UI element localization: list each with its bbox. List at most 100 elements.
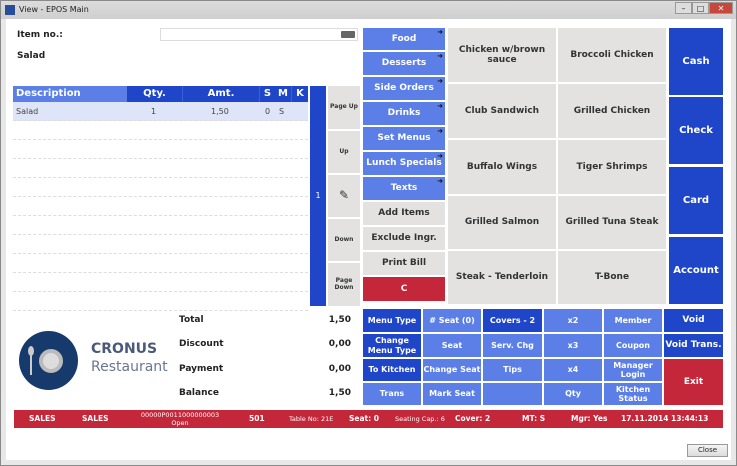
arrow-right-icon: ➜ bbox=[437, 102, 443, 110]
row-amt: 1,50 bbox=[211, 107, 229, 116]
category-set-menus[interactable]: Set Menus ➜ bbox=[363, 127, 445, 150]
balance-label: Balance bbox=[179, 388, 219, 398]
page-down-button[interactable]: Page Down bbox=[328, 263, 360, 306]
up-button[interactable]: Up bbox=[328, 131, 360, 173]
maximize-button[interactable]: □ bbox=[692, 2, 709, 14]
qty-button[interactable]: Qty bbox=[544, 383, 602, 405]
arrow-right-icon: ➜ bbox=[437, 127, 443, 135]
spoon-handle bbox=[30, 355, 32, 375]
datetime: 17.11.2014 13:44:13 bbox=[621, 414, 709, 423]
coupon-button[interactable]: Coupon bbox=[604, 334, 662, 357]
total-label: Total bbox=[179, 315, 204, 325]
header-m[interactable]: M bbox=[275, 86, 291, 102]
row-description: Salad bbox=[16, 107, 39, 116]
row-qty: 1 bbox=[151, 107, 157, 116]
down-button[interactable]: Down bbox=[328, 219, 360, 261]
category-label: Set Menus bbox=[377, 133, 431, 144]
item-button[interactable]: Grilled Tuna Steak bbox=[558, 196, 666, 249]
category-food[interactable]: Food ➜ bbox=[363, 28, 445, 50]
table-row-empty bbox=[13, 216, 308, 235]
item-button[interactable]: Chicken w/brown sauce bbox=[448, 28, 556, 82]
edit-note-button[interactable]: ✎ bbox=[328, 175, 360, 217]
header-amt[interactable]: Amt. bbox=[182, 86, 259, 102]
card-button[interactable]: Card bbox=[669, 167, 723, 234]
add-items-button[interactable]: Add Items bbox=[363, 202, 445, 225]
epos-window: View - EPOS Main – □ ✕ Item no.: Salad D… bbox=[0, 0, 737, 466]
item-button[interactable]: T-Bone bbox=[558, 251, 666, 304]
item-button[interactable]: Broccoli Chicken bbox=[558, 28, 666, 82]
restaurant-logo bbox=[19, 331, 78, 390]
status-mode: SALES bbox=[29, 414, 56, 423]
category-desserts[interactable]: Desserts ➜ bbox=[363, 52, 445, 75]
account-button[interactable]: Account bbox=[669, 237, 723, 304]
page-up-button[interactable]: Page Up bbox=[328, 86, 360, 129]
item-button[interactable]: Grilled Salmon bbox=[448, 196, 556, 249]
member-button[interactable]: Member bbox=[604, 309, 662, 332]
trans-button[interactable]: Trans bbox=[363, 383, 421, 405]
item-button[interactable]: Steak - Tenderloin bbox=[448, 251, 556, 304]
menu-type-button[interactable]: Menu Type bbox=[363, 309, 421, 332]
x3-button[interactable]: x3 bbox=[544, 334, 602, 357]
table-row-empty bbox=[13, 159, 308, 178]
category-texts[interactable]: Texts ➜ bbox=[363, 177, 445, 200]
check-button[interactable]: Check bbox=[669, 97, 723, 164]
x4-button[interactable]: x4 bbox=[544, 359, 602, 381]
tips-button[interactable]: Tips bbox=[483, 359, 542, 381]
service-charge-button[interactable]: Serv. Chg bbox=[483, 334, 542, 357]
category-label: Side Orders bbox=[374, 83, 434, 94]
category-label: Drinks bbox=[387, 108, 421, 119]
seat-count-button[interactable]: # Seat (0) bbox=[423, 309, 481, 332]
line-counter-scrollbar[interactable]: 1 bbox=[310, 86, 326, 306]
status-staff: SALES bbox=[82, 414, 109, 423]
void-transaction-button[interactable]: Void Trans. bbox=[664, 334, 723, 357]
covers-button[interactable]: Covers - 2 bbox=[483, 309, 542, 332]
selected-item-name: Salad bbox=[17, 51, 46, 61]
print-bill-button[interactable]: Print Bill bbox=[363, 252, 445, 275]
category-side-orders[interactable]: Side Orders ➜ bbox=[363, 77, 445, 100]
header-description[interactable]: Description bbox=[13, 86, 127, 102]
x2-button[interactable]: x2 bbox=[544, 309, 602, 332]
close-button[interactable]: Close bbox=[687, 444, 728, 457]
header-qty[interactable]: Qty. bbox=[127, 86, 182, 102]
seat-status: Seat: 0 bbox=[349, 414, 379, 423]
arrow-right-icon: ➜ bbox=[437, 77, 443, 85]
close-window-button[interactable]: ✕ bbox=[709, 2, 733, 14]
header-s[interactable]: S bbox=[259, 86, 275, 102]
pen-icon: ✎ bbox=[338, 188, 350, 203]
blank-button[interactable] bbox=[483, 383, 542, 405]
manager-login-button[interactable]: Manager Login bbox=[604, 359, 662, 381]
window-title: View - EPOS Main bbox=[19, 5, 89, 14]
item-no-input[interactable] bbox=[160, 28, 358, 41]
seat-button[interactable]: Seat bbox=[423, 334, 481, 357]
table-row-empty bbox=[13, 178, 308, 197]
discount-value: 0,00 bbox=[328, 339, 351, 349]
category-label: Food bbox=[391, 33, 417, 44]
change-menu-type-button[interactable]: Change Menu Type bbox=[363, 334, 421, 357]
row-s: 0 bbox=[265, 107, 271, 116]
minimize-button[interactable]: – bbox=[675, 2, 692, 14]
void-button[interactable]: Void bbox=[664, 309, 723, 332]
kitchen-status-button[interactable]: Kitchen Status bbox=[604, 383, 662, 405]
table-row[interactable]: Salad 1 1,50 0 S bbox=[13, 102, 308, 121]
change-seat-button[interactable]: Change Seat bbox=[423, 359, 481, 381]
receipt-state: Open bbox=[171, 419, 189, 427]
category-label: Lunch Specials bbox=[366, 158, 442, 169]
to-kitchen-button[interactable]: To Kitchen bbox=[363, 359, 421, 381]
keyboard-icon[interactable] bbox=[341, 31, 355, 38]
item-button[interactable]: Tiger Shrimps bbox=[558, 140, 666, 194]
category-drinks[interactable]: Drinks ➜ bbox=[363, 102, 445, 125]
item-button[interactable]: Club Sandwich bbox=[448, 84, 556, 138]
item-button[interactable]: Grilled Chicken bbox=[558, 84, 666, 138]
exit-button[interactable]: Exit bbox=[664, 359, 723, 405]
table-row-empty bbox=[13, 292, 308, 311]
exclude-ingredients-button[interactable]: Exclude Ingr. bbox=[363, 227, 445, 250]
seating-capacity: Seating Cap.: 6 bbox=[395, 415, 445, 423]
clear-button[interactable]: C bbox=[363, 277, 445, 301]
category-lunch-specials[interactable]: Lunch Specials ➜ bbox=[363, 152, 445, 175]
cash-button[interactable]: Cash bbox=[669, 28, 723, 95]
mark-seat-button[interactable]: Mark Seat bbox=[423, 383, 481, 405]
discount-label: Discount bbox=[179, 339, 224, 349]
header-k[interactable]: K bbox=[291, 86, 308, 102]
status-bar: SALES SALES 00000P0011000000003 Open 501… bbox=[14, 410, 723, 428]
item-button[interactable]: Buffalo Wings bbox=[448, 140, 556, 194]
